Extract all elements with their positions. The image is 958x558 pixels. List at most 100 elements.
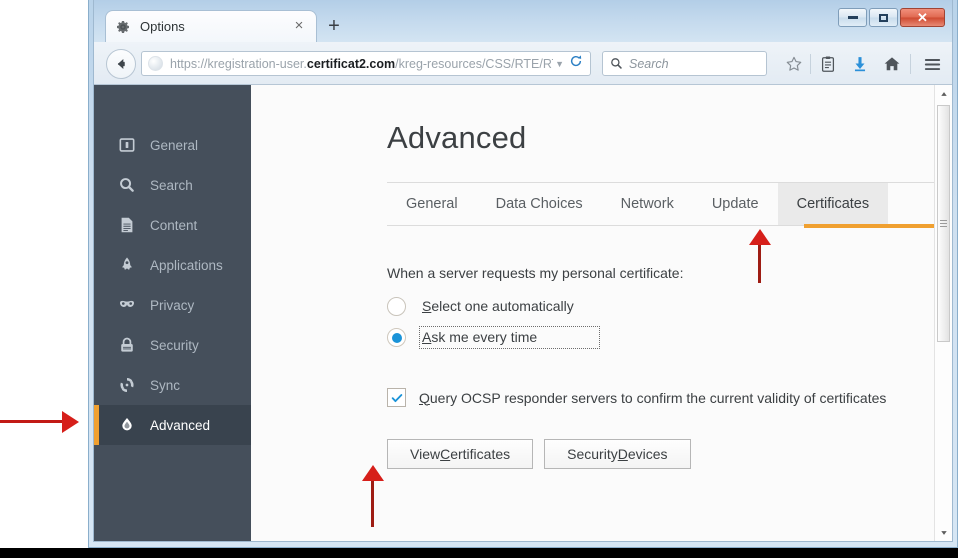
vertical-scrollbar[interactable] [934,85,952,541]
radio-select-automatically[interactable] [387,297,406,316]
minimize-icon [847,16,858,19]
close-icon[interactable]: × [290,17,308,36]
screenshot-root: Options × + ✕ https://kregistration-user… [0,0,958,558]
scrollbar-grip-icon [940,218,947,229]
checkmark-icon [391,393,402,402]
btn-pre: Security [567,446,618,462]
accel-char: S [422,298,432,314]
tab-data-choices[interactable]: Data Choices [477,183,602,225]
view-certificates-button[interactable]: View Certificates [387,439,534,469]
sync-icon [116,375,138,395]
minimize-button[interactable] [838,8,867,27]
url-suffix: /kreg-resources/CSS/RTE/RTE/Cer [395,56,553,71]
home-icon[interactable] [882,54,902,74]
search-icon [116,175,138,195]
preferences-sidebar: General Search Content Applications Priv… [94,85,251,541]
scrollbar-thumb[interactable] [937,105,950,342]
ocsp-checkbox[interactable] [387,388,406,407]
back-button[interactable] [106,49,136,79]
bottom-black-strip [0,548,958,558]
ocsp-row[interactable]: Query OCSP responder servers to confirm … [387,388,924,407]
gear-icon [115,19,131,35]
close-button[interactable]: ✕ [900,8,945,27]
label-rest: sk me every time [431,329,538,345]
content-area: General Search Content Applications Priv… [94,85,952,541]
sidebar-item-label: Applications [150,257,223,273]
certificate-prompt-label: When a server requests my personal certi… [387,265,684,281]
search-bar[interactable]: Search [602,51,767,76]
sidebar-item-applications[interactable]: Applications [94,245,251,285]
radio-label-ask-every-time: Ask me every time [419,326,601,349]
back-icon [117,58,125,70]
sidebar-item-label: Search [150,177,193,193]
toolbar-divider [810,54,811,74]
maximize-icon [879,13,888,22]
url-prefix: https://kregistration-user. [170,56,307,71]
accel-char: A [422,329,432,345]
radio-row-select-automatically[interactable]: Select one automatically [387,295,924,318]
tab-strip: Options × + ✕ [94,0,952,42]
tab-network[interactable]: Network [602,183,693,225]
btn-post: evices [627,446,668,462]
sidebar-item-label: General [150,137,199,153]
security-devices-button[interactable]: Security Devices [544,439,691,469]
sidebar-item-general[interactable]: General [94,125,251,165]
privacy-mask-icon [116,295,138,315]
chevron-down-icon[interactable]: ▼ [555,59,564,69]
tab-general[interactable]: General [387,183,477,225]
tab-certificates[interactable]: Certificates [777,183,889,225]
browser-window-inner: Options × + ✕ https://kregistration-user… [93,0,953,542]
radio-row-ask-every-time[interactable]: Ask me every time [387,326,924,349]
scroll-down-button[interactable] [935,524,952,541]
downloads-icon[interactable] [850,54,870,74]
radio-ask-every-time[interactable] [387,328,406,347]
browser-tab-options[interactable]: Options × [105,10,317,42]
sidebar-item-search[interactable]: Search [94,165,251,205]
sidebar-item-advanced[interactable]: Advanced [94,405,251,445]
advanced-flask-icon [116,415,138,435]
general-icon [116,135,138,155]
label-rest: elect one automatically [431,298,574,314]
sidebar-item-label: Privacy [150,297,195,313]
tabs-bottom-rule [387,224,934,228]
tabs-row: General Data Choices Network Update Cert… [387,183,934,225]
search-icon [610,57,623,70]
search-input[interactable]: Search [629,57,669,71]
tab-update[interactable]: Update [693,183,778,225]
scroll-up-button[interactable] [935,85,952,102]
reading-list-icon[interactable] [818,54,838,74]
bookmark-star-icon[interactable] [784,54,804,74]
url-domain: certificat2.com [306,56,396,71]
chevron-down-icon [940,530,947,535]
label-rest: uery OCSP responder servers to confirm t… [429,389,887,406]
browser-window: Options × + ✕ https://kregistration-user… [88,0,958,548]
menu-hamburger-icon[interactable] [922,54,942,74]
chevron-up-icon [940,91,947,96]
window-controls: ✕ [838,8,945,27]
url-text: https://kregistration-user.certificat2.c… [170,57,553,71]
security-lock-icon [116,335,138,355]
active-tab-underline [804,224,934,228]
panel-tabs: General Data Choices Network Update Cert… [387,182,934,228]
certificates-form: When a server requests my personal certi… [387,265,924,469]
sidebar-item-label: Sync [150,377,181,393]
sidebar-item-content[interactable]: Content [94,205,251,245]
sidebar-item-label: Content [150,217,198,233]
reload-icon[interactable] [569,54,583,73]
sidebar-item-privacy[interactable]: Privacy [94,285,251,325]
toolbar-divider [910,54,911,74]
applications-rocket-icon [116,255,138,275]
maximize-button[interactable] [869,8,898,27]
certificate-buttons: View Certificates Security Devices [387,439,924,469]
sidebar-item-sync[interactable]: Sync [94,365,251,405]
url-bar[interactable]: https://kregistration-user.certificat2.c… [141,51,591,76]
btn-pre: View [410,446,441,462]
close-icon: ✕ [917,10,928,25]
preferences-panel: Advanced General Data Choices Network Up… [251,85,934,541]
sidebar-item-security[interactable]: Security [94,325,251,365]
ocsp-label: Query OCSP responder servers to confirm … [419,390,886,406]
content-page-icon [116,215,138,235]
accel-char: Q [419,389,430,406]
sidebar-item-label: Advanced [150,417,211,433]
new-tab-button[interactable]: + [324,16,344,37]
